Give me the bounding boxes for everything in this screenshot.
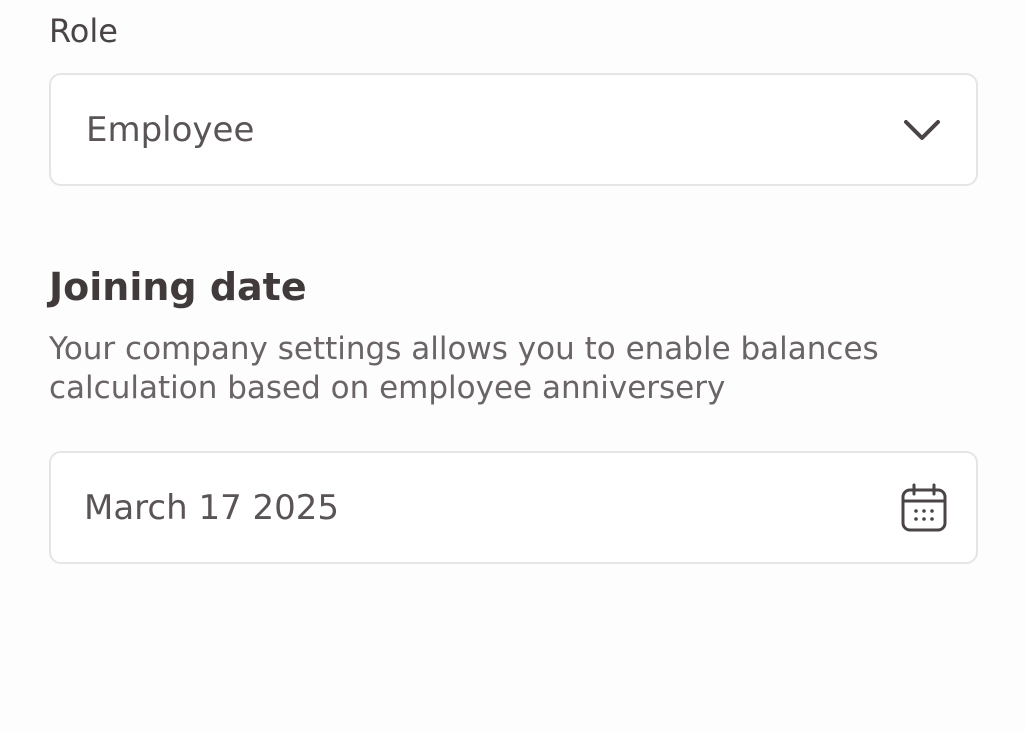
chevron-down-icon bbox=[904, 119, 940, 140]
role-selected-value: Employee bbox=[86, 109, 255, 150]
calendar-icon[interactable] bbox=[900, 482, 948, 534]
joining-date-value: March 17 2025 bbox=[84, 487, 340, 528]
joining-date-title: Joining date bbox=[49, 265, 307, 309]
joining-date-field[interactable]: March 17 2025 bbox=[49, 451, 978, 564]
role-select[interactable]: Employee bbox=[49, 73, 978, 186]
joining-date-description: Your company settings allows you to enab… bbox=[49, 331, 879, 406]
role-label: Role bbox=[49, 12, 118, 50]
employee-form: Role Employee Joining date Your company … bbox=[0, 0, 1025, 731]
